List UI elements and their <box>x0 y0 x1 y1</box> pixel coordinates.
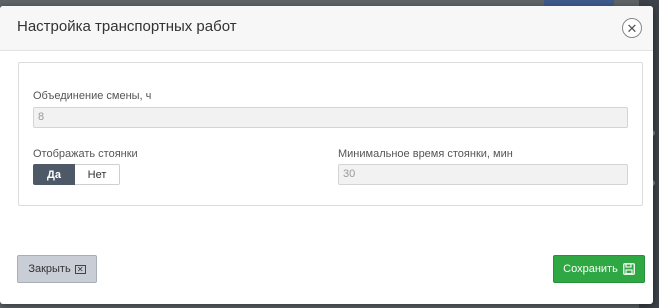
dialog-header: Настройка транспортных работ ✕ <box>0 6 653 51</box>
save-button[interactable]: Сохранить <box>553 255 645 283</box>
min-stop-time-input[interactable]: 30 <box>338 164 628 185</box>
save-button-label: Сохранить <box>563 263 618 275</box>
shift-merge-label: Объединение смены, ч <box>33 90 152 102</box>
dialog-title: Настройка транспортных работ <box>17 18 237 35</box>
close-button[interactable]: Закрыть ✕ <box>17 255 97 283</box>
show-stops-yes-button[interactable]: Да <box>33 164 75 185</box>
show-stops-toggle: Да Нет <box>33 164 120 185</box>
show-stops-no-button[interactable]: Нет <box>75 164 120 185</box>
show-stops-label: Отображать стоянки <box>33 148 138 160</box>
close-button-label: Закрыть <box>28 263 71 275</box>
shift-merge-input[interactable]: 8 <box>33 107 628 128</box>
settings-panel: Объединение смены, ч 8 Отображать стоянк… <box>18 62 643 206</box>
min-stop-time-label: Минимальное время стоянки, мин <box>338 148 513 160</box>
close-icon[interactable]: ✕ <box>622 18 642 38</box>
floppy-disk-icon <box>622 263 635 275</box>
close-box-icon: ✕ <box>74 264 86 274</box>
transport-settings-dialog: Настройка транспортных работ ✕ Объединен… <box>0 6 653 304</box>
